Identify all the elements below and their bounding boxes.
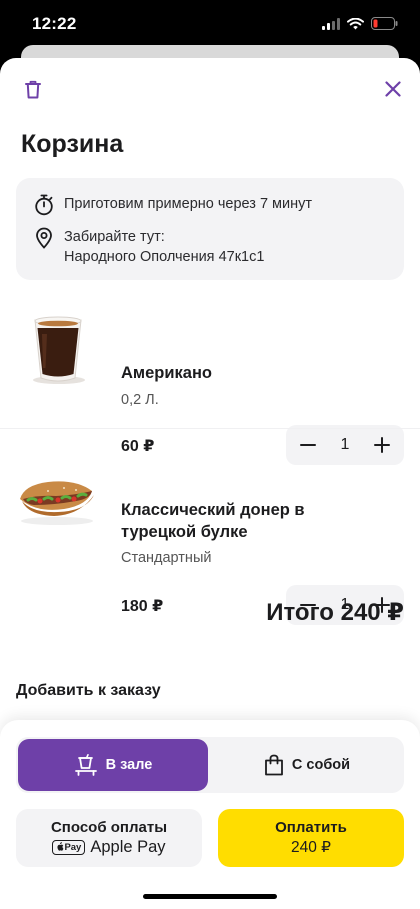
item-name: Американо xyxy=(121,364,212,382)
item-size: Стандартный xyxy=(121,550,212,566)
status-time: 12:22 xyxy=(32,14,77,33)
doner-image xyxy=(20,481,94,525)
close-icon xyxy=(385,81,401,97)
cart-item: Классический донер в турецкой булке Стан… xyxy=(0,428,420,625)
shopping-bag-icon xyxy=(265,754,283,776)
dine-in-label: В зале xyxy=(105,757,153,773)
prep-time-row: Приготовим примерно через 7 минут xyxy=(34,194,312,216)
order-info-card: Приготовим примерно через 7 минут Забира… xyxy=(16,178,404,280)
prep-time-text: Приготовим примерно через 7 минут xyxy=(64,196,313,212)
stopwatch-icon xyxy=(35,194,53,216)
home-indicator xyxy=(143,894,277,899)
item-name: Классический донер в турецкой булке xyxy=(121,501,305,541)
cart-sheet: Корзина Приготовим примерно через 7 мину… xyxy=(0,58,420,909)
payment-method-value-row: Pay Apple Pay xyxy=(52,838,166,857)
apple-pay-badge: Pay xyxy=(52,840,86,855)
signal-icon xyxy=(322,17,340,30)
item-price: 180 ₽ xyxy=(121,598,164,615)
battery-icon xyxy=(371,17,398,30)
dine-in-icon xyxy=(74,754,97,776)
dining-option-selector: В зале С собой xyxy=(16,737,404,793)
payment-method-button[interactable]: Способ оплаты Pay Apple Pay xyxy=(16,809,202,867)
page-title: Корзина xyxy=(21,130,124,158)
status-icons xyxy=(322,17,398,30)
checkout-panel: В зале С собой Способ оплаты Pay Apple P… xyxy=(0,720,420,909)
americano-image xyxy=(33,316,85,384)
pickup-row: Забирайте тут: Народного Ополчения 47к1с… xyxy=(34,227,264,267)
location-pin-icon xyxy=(36,227,52,249)
payment-method-value: Apple Pay xyxy=(90,838,166,856)
wifi-icon xyxy=(347,17,364,29)
pay-button-amount: 240 ₽ xyxy=(290,839,332,856)
apple-pay-badge-text: Pay xyxy=(64,842,82,853)
cart-item: Американо 0,2 Л. 60 ₽ 1 xyxy=(0,290,420,465)
clear-cart-button[interactable] xyxy=(18,74,48,104)
pickup-address: Народного Ополчения 47к1с1 xyxy=(64,249,265,265)
dine-in-option[interactable]: В зале xyxy=(18,739,208,791)
item-size: 0,2 Л. xyxy=(121,392,159,408)
trash-icon xyxy=(25,80,41,98)
pay-button-label: Оплатить xyxy=(275,819,347,836)
close-button[interactable] xyxy=(378,74,408,104)
pay-button[interactable]: Оплатить 240 ₽ xyxy=(218,809,404,867)
pickup-label: Забирайте тут: xyxy=(64,229,165,245)
order-total: Итого 240 ₽ xyxy=(266,599,404,626)
add-to-order-heading: Добавить к заказу xyxy=(16,682,161,699)
payment-method-label: Способ оплаты xyxy=(50,819,168,836)
status-bar: 12:22 xyxy=(0,0,420,48)
pickup-text: Забирайте тут: Народного Ополчения 47к1с… xyxy=(64,227,264,267)
takeaway-option[interactable]: С собой xyxy=(212,739,402,791)
takeaway-label: С собой xyxy=(291,757,351,773)
